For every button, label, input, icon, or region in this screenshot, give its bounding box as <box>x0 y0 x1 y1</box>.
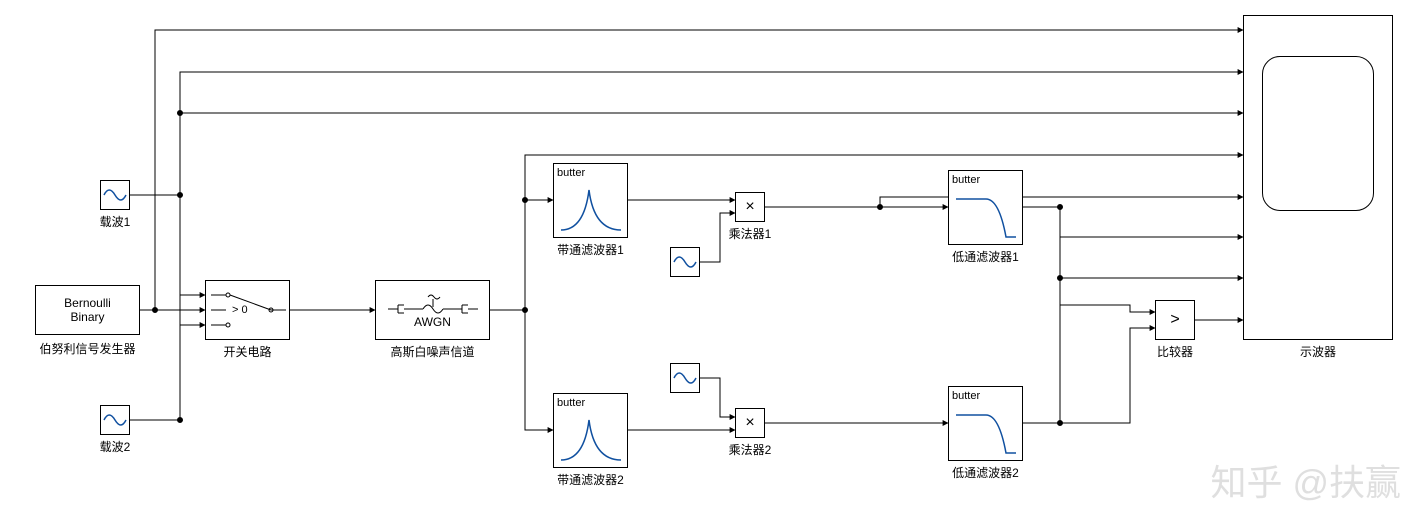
sine-icon <box>671 364 699 392</box>
awgn-label: 高斯白噪声信道 <box>375 343 490 360</box>
bandpass-icon <box>556 180 626 235</box>
lpf1-label: 低通滤波器1 <box>948 248 1023 265</box>
multiplier1-block[interactable]: × <box>735 192 765 222</box>
awgn-block[interactable]: AWGN <box>375 280 490 340</box>
lpf1-block[interactable]: butter <box>948 170 1023 245</box>
carrier1-label: 载波1 <box>92 213 138 230</box>
lowpass-icon <box>951 187 1021 242</box>
multiplier2-label: 乘法器2 <box>720 441 780 458</box>
multiply-icon: × <box>745 198 754 216</box>
bpf1-label: 带通滤波器1 <box>553 241 628 258</box>
awgn-text: AWGN <box>414 315 451 329</box>
sine-icon <box>101 406 129 434</box>
watermark-text: 知乎 @扶赢 <box>1210 454 1401 506</box>
multiplier1-label: 乘法器1 <box>720 225 780 242</box>
lpf2-label: 低通滤波器2 <box>948 464 1023 481</box>
carrier2-block[interactable] <box>100 405 130 435</box>
sine-icon <box>671 248 699 276</box>
carrier2-label: 载波2 <box>92 438 138 455</box>
bernoulli-binary-block[interactable]: Bernoulli Binary <box>35 285 140 335</box>
lowpass-icon <box>951 403 1021 458</box>
carrier1-block[interactable] <box>100 180 130 210</box>
scope-label: 示波器 <box>1243 343 1393 360</box>
switch-threshold: > 0 <box>232 304 248 316</box>
greater-than-icon: > <box>1170 311 1179 329</box>
sine-icon <box>101 181 129 209</box>
bpf2-label: 带通滤波器2 <box>553 471 628 488</box>
bpf1-text: butter <box>557 167 585 179</box>
switch-block[interactable]: > 0 <box>205 280 290 340</box>
lpf2-block[interactable]: butter <box>948 386 1023 461</box>
lpf2-text: butter <box>952 390 980 402</box>
lpf1-text: butter <box>952 174 980 186</box>
signal-wires <box>0 0 1421 511</box>
multiply-icon: × <box>745 414 754 432</box>
bpf2-text: butter <box>557 397 585 409</box>
switch-label: 开关电路 <box>205 343 290 360</box>
local-oscillator1-block[interactable] <box>670 247 700 277</box>
comparator-block[interactable]: > <box>1155 300 1195 340</box>
comparator-label: 比较器 <box>1150 343 1200 360</box>
scope-screen-icon <box>1262 56 1374 211</box>
awgn-icon <box>378 291 488 315</box>
multiplier2-block[interactable]: × <box>735 408 765 438</box>
scope-block[interactable] <box>1243 15 1393 340</box>
local-oscillator2-block[interactable] <box>670 363 700 393</box>
bpf2-block[interactable]: butter <box>553 393 628 468</box>
bandpass-icon <box>556 410 626 465</box>
bernoulli-text: Bernoulli Binary <box>64 296 111 324</box>
bernoulli-label: 伯努利信号发生器 <box>35 340 140 357</box>
bpf1-block[interactable]: butter <box>553 163 628 238</box>
